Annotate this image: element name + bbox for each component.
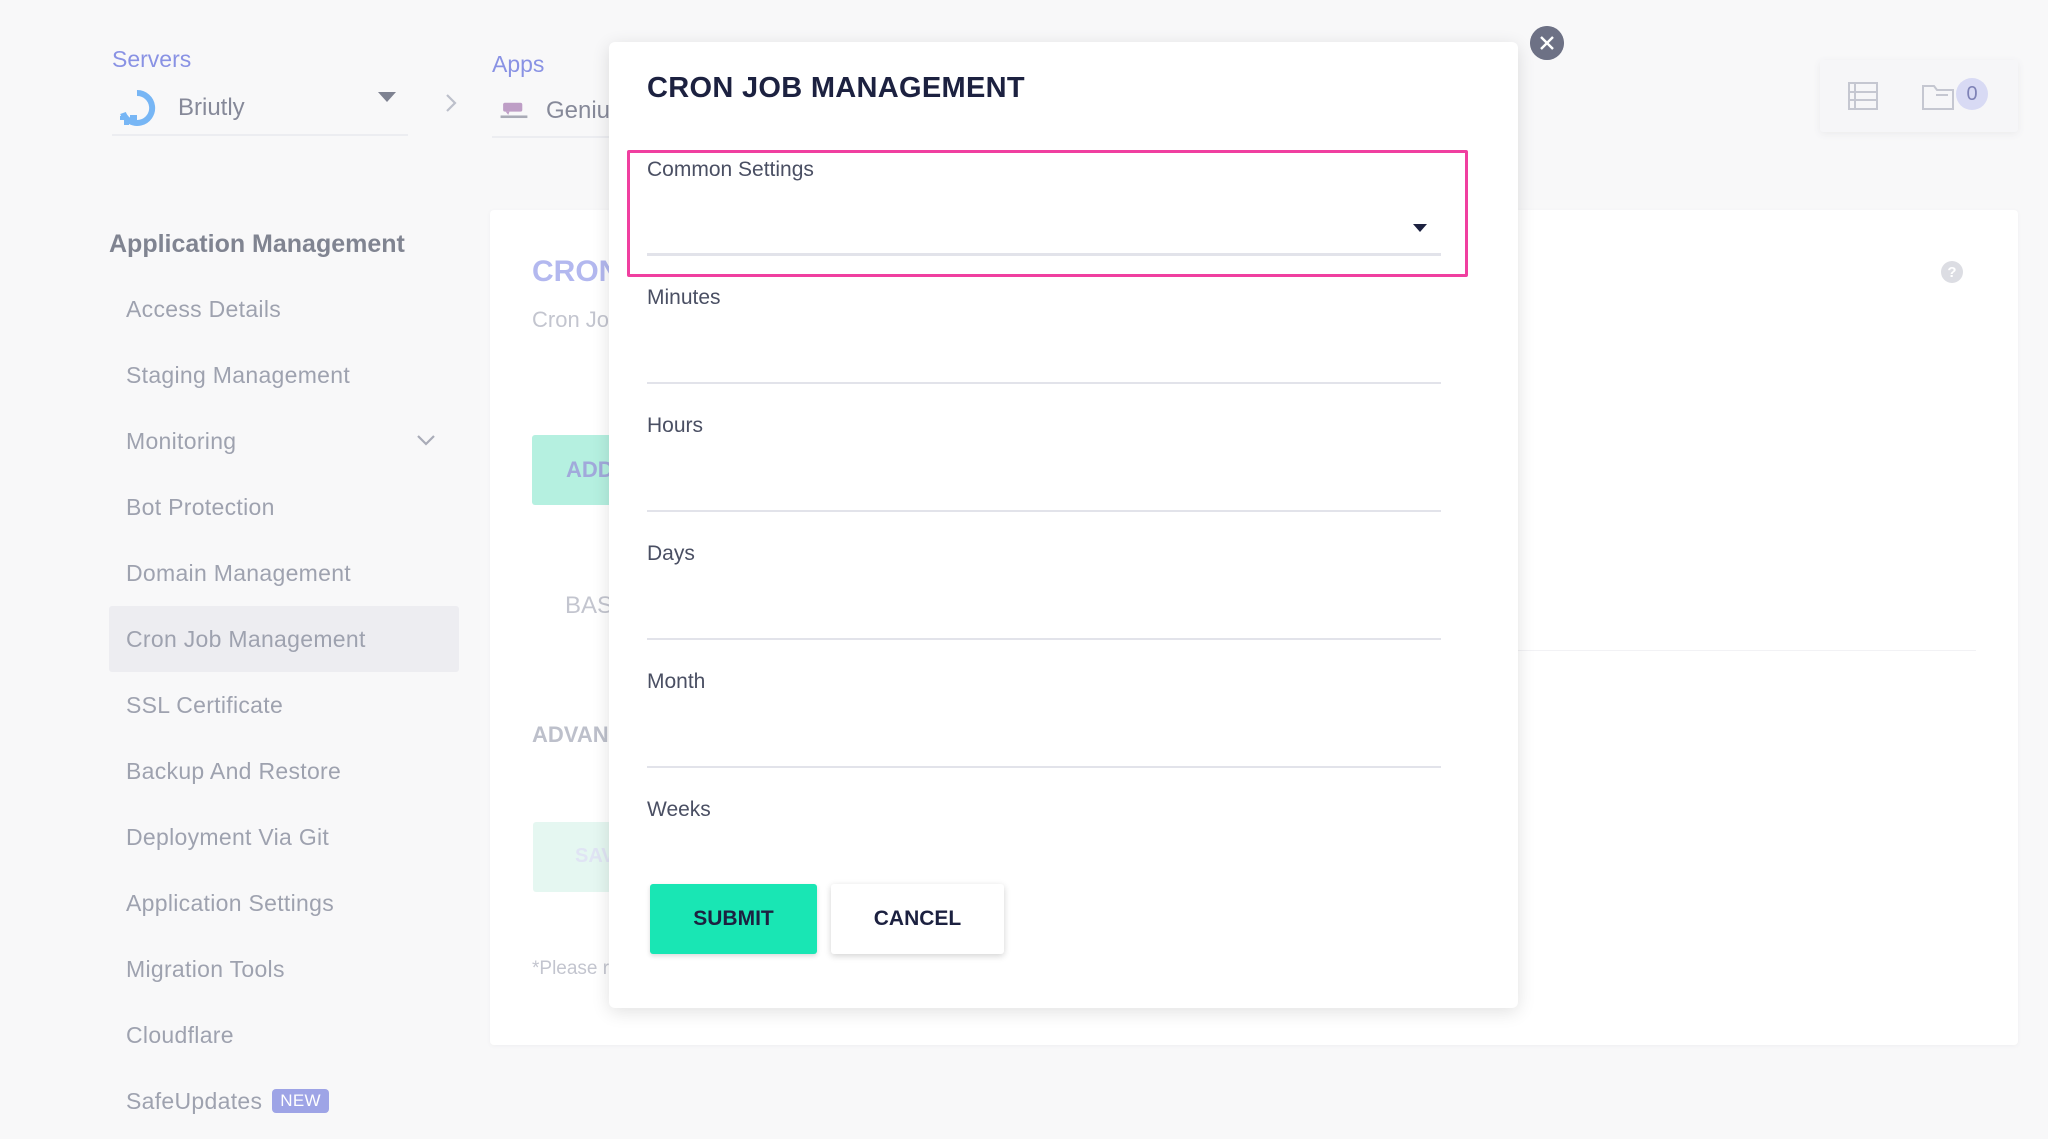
submit-button[interactable]: SUBMIT [650,884,817,954]
hours-label: Hours [647,414,704,437]
days-input[interactable] [647,596,1441,640]
hours-input[interactable] [647,468,1441,512]
month-field: Month [647,670,1441,768]
cancel-button[interactable]: CANCEL [831,884,1004,954]
caret-down-icon[interactable] [1413,224,1427,232]
month-input[interactable] [647,724,1441,768]
minutes-input[interactable] [647,340,1441,384]
cron-job-modal: CRON JOB MANAGEMENT Common Settings Minu… [609,42,1518,1008]
weeks-field: Weeks [647,798,1441,822]
minutes-label: Minutes [647,286,721,309]
days-field: Days [647,542,1441,640]
month-label: Month [647,670,706,693]
page: Servers Briutly Apps Genius 0 Applicatio… [0,0,2048,1139]
close-icon[interactable] [1530,26,1564,60]
common-settings-select[interactable] [647,212,1441,256]
common-settings-field: Common Settings [647,158,1441,256]
hours-field: Hours [647,414,1441,512]
modal-title: CRON JOB MANAGEMENT [647,72,1025,104]
common-settings-label: Common Settings [647,158,814,181]
days-label: Days [647,542,695,565]
minutes-field: Minutes [647,286,1441,384]
weeks-label: Weeks [647,798,711,821]
